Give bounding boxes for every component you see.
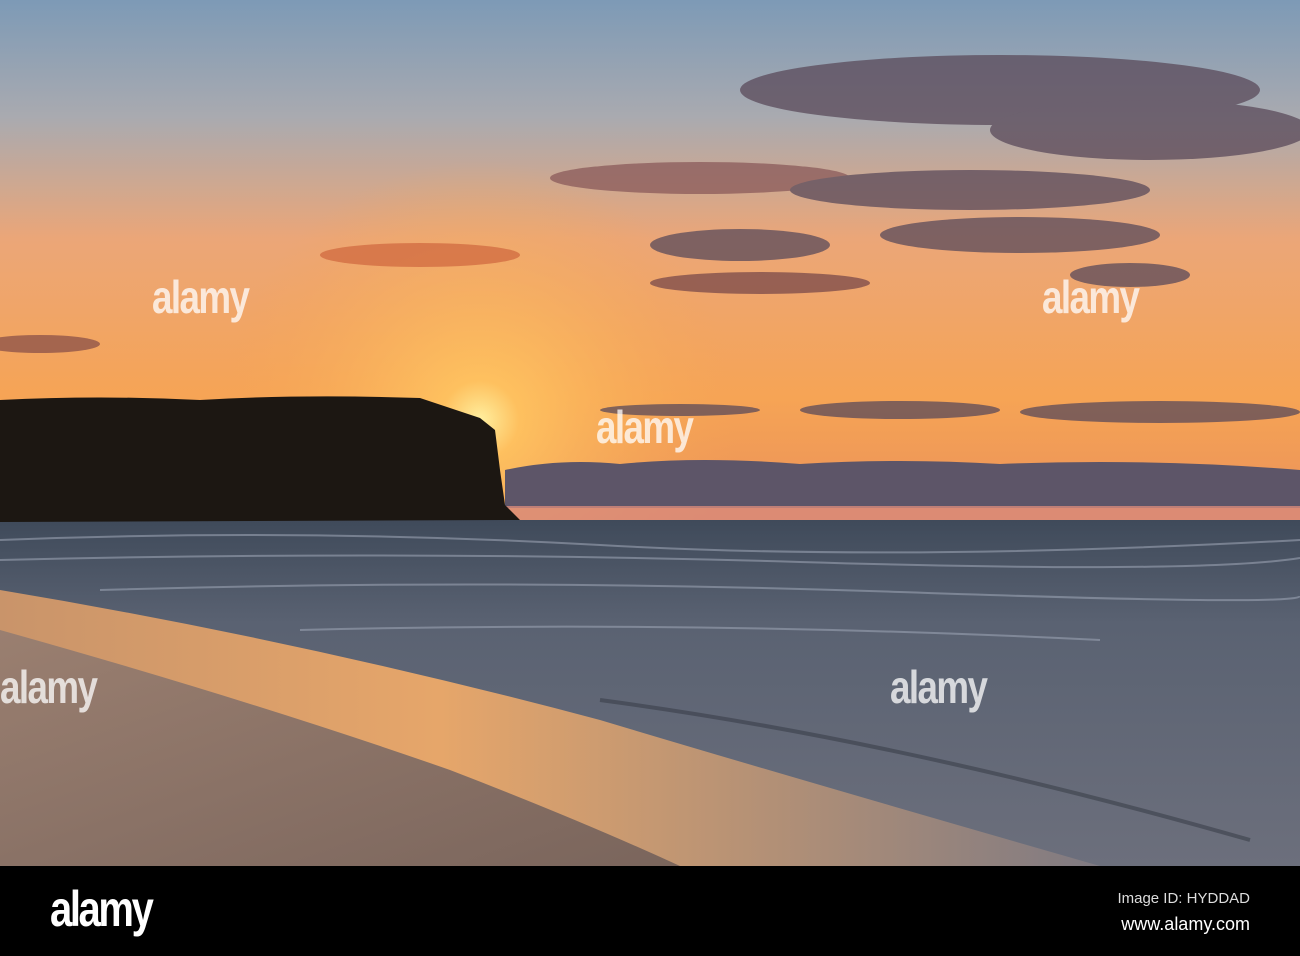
cloud-bank — [505, 460, 1300, 508]
footer-bar: alamy Image ID: HYDDAD www.alamy.com — [0, 866, 1300, 956]
watermark: alamy — [1042, 271, 1140, 323]
watermark: alamy — [152, 271, 250, 323]
website-link: www.alamy.com — [1121, 914, 1250, 934]
image-id: Image ID: HYDDAD — [1117, 890, 1250, 907]
watermark: alamy — [596, 401, 694, 453]
headland-silhouette — [0, 396, 520, 522]
watermark: alamy — [890, 661, 988, 713]
alamy-logo: alamy — [50, 881, 154, 937]
watermark: alamy — [0, 661, 98, 713]
stock-photo: alamy alamy alamy alamy alamy alamy Imag… — [0, 0, 1300, 956]
